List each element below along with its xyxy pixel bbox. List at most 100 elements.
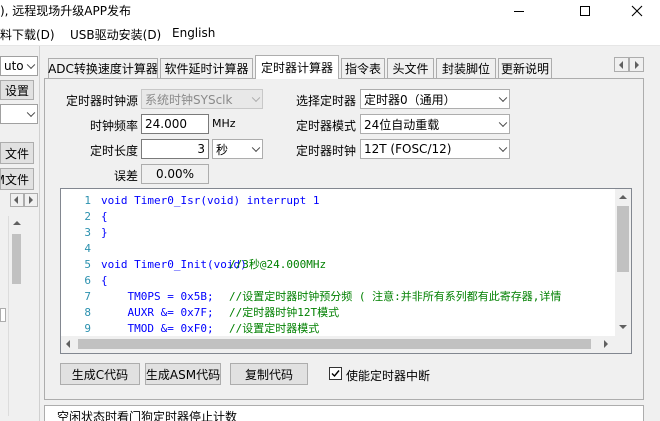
tab-header-file-label: 头文件 <box>392 62 429 76</box>
open-m-file-button[interactable]: M文件 <box>0 168 34 190</box>
timer-clock-select[interactable]: 12T (FOSC/12) <box>360 139 510 159</box>
tab-package-pins[interactable]: 封装脚位 <box>436 58 496 78</box>
code-vscroll-thumb[interactable] <box>617 206 629 272</box>
code-comment: //设置定时器时钟预分频 ( 注意:并非所有系列都有此寄存器,详情 <box>229 290 562 303</box>
tab-header-file[interactable]: 头文件 <box>387 58 434 78</box>
checkmark-icon <box>331 370 340 378</box>
tab-software-delay-label: 软件延时计算器 <box>164 62 249 76</box>
generate-c-button[interactable]: 生成C代码 <box>60 363 140 385</box>
tab-instructions-label: 指令表 <box>344 62 381 76</box>
generate-asm-label: 生成ASM代码 <box>145 367 221 382</box>
option-wdt-idle-stop[interactable]: 空闲状态时看门狗定时器停止计数 <box>57 408 237 421</box>
menu-item-english[interactable]: English <box>172 26 215 40</box>
line-number: 6 <box>84 274 91 287</box>
left-scrollbar[interactable] <box>8 216 24 416</box>
code-editor[interactable]: 1 void Timer0_Isr(void) interrupt 1 2{3} 4 5… <box>60 188 632 354</box>
code-line: 3} <box>61 225 617 241</box>
tab-timer-calc[interactable]: 定时器计算器 <box>255 55 339 79</box>
code-line: 6{ <box>61 273 617 289</box>
menu-item-usb-driver[interactable]: USB驱动安装(D) <box>70 26 161 43</box>
settings-button[interactable]: 设置 <box>0 80 34 100</box>
code-line: 4 <box>61 241 617 257</box>
code-comment: //设置定时器模式 <box>229 322 320 335</box>
maximize-icon <box>580 6 590 16</box>
line-number: 2 <box>84 210 91 223</box>
left-combo[interactable]: uto <box>0 56 38 76</box>
enable-interrupt-checkbox[interactable] <box>329 367 342 380</box>
tab-changelog-label: 更新说明 <box>500 62 549 76</box>
code-hscroll-thumb[interactable] <box>78 339 591 349</box>
clock-freq-label: 时钟频率 <box>89 119 138 133</box>
clock-source-select[interactable]: 系统时钟SYSclk <box>141 89 263 109</box>
copy-code-button[interactable]: 复制代码 <box>230 363 308 385</box>
timer-mode-value: 24位自动重载 <box>364 117 440 132</box>
minimize-button[interactable] <box>496 0 542 22</box>
close-button[interactable] <box>614 0 660 22</box>
tab-instructions[interactable]: 指令表 <box>341 58 385 78</box>
line-number: 1 <box>84 194 91 207</box>
clock-freq-input[interactable]: 24.000 <box>141 114 209 134</box>
code-text: AUXR &= 0x7F; <box>101 306 214 319</box>
open-file-button[interactable]: 文件 <box>0 142 34 164</box>
chevron-down-icon <box>251 93 261 103</box>
scroll-down-icon <box>619 325 627 329</box>
tab-changelog[interactable]: 更新说明 <box>498 58 552 78</box>
line-number: 8 <box>84 306 91 319</box>
open-m-file-label: M文件 <box>1 172 29 187</box>
options-list[interactable]: 空闲状态时看门狗定时器停止计数 <box>44 405 644 421</box>
left-combo-value: uto <box>4 59 24 73</box>
code-line: 5 void Timer0_Init(void)//3秒@24.000MHz <box>61 257 617 273</box>
timer-length-input[interactable]: 3 <box>141 139 209 159</box>
arrow-right-icon <box>635 61 639 69</box>
clock-freq-unit: MHz <box>212 117 236 130</box>
maximize-button[interactable] <box>562 0 608 22</box>
timer-select-value: 定时器0（通用） <box>364 92 456 107</box>
code-line: 1 void Timer0_Isr(void) interrupt 1 <box>61 193 617 209</box>
menu-item-download[interactable]: 料下载(D) <box>0 26 55 43</box>
timer-mode-select[interactable]: 24位自动重载 <box>360 114 510 134</box>
timer-select-label: 选择定时器 <box>295 94 356 108</box>
clock-freq-value: 24.000 <box>145 117 187 131</box>
left-scroll-left-button[interactable] <box>10 193 24 207</box>
code-line: 2{ <box>61 209 617 225</box>
tab-adc[interactable]: ADC转换速度计算器 <box>48 58 158 78</box>
close-icon <box>631 5 643 17</box>
error-value-box: 0.00% <box>141 164 209 184</box>
timer-mode-label: 定时器模式 <box>295 119 356 133</box>
tab-timer-calc-label: 定时器计算器 <box>260 61 333 75</box>
left-scroll-right-button[interactable] <box>24 193 38 207</box>
code-line: 7 TM0PS = 0x5B; //设置定时器时钟预分频 ( 注意:并非所有系列都… <box>61 289 617 305</box>
enable-interrupt-label: 使能定时器中断 <box>346 369 431 383</box>
scroll-left-icon <box>66 340 70 348</box>
arrow-left-icon <box>14 196 18 204</box>
timer-select[interactable]: 定时器0（通用） <box>360 89 510 109</box>
code-text: TMOD &= 0xF0; <box>101 322 214 335</box>
code-comment: //3秒@24.000MHz <box>229 258 327 271</box>
timer-length-unit-select[interactable]: 秒 <box>212 139 263 159</box>
error-label: 误差 <box>113 169 138 183</box>
tab-scroll-right-button[interactable] <box>629 57 644 72</box>
title-bar: ), 远程现场升级APP发布 <box>0 0 660 22</box>
chevron-down-icon <box>498 143 508 153</box>
tab-software-delay[interactable]: 软件延时计算器 <box>160 58 253 78</box>
timer-clock-label: 定时器时钟 <box>295 144 356 158</box>
window-title: ), 远程现场升级APP发布 <box>0 4 131 18</box>
left-combo-2[interactable] <box>0 104 38 124</box>
scroll-right-icon <box>604 340 608 348</box>
clock-source-value: 系统时钟SYSclk <box>145 92 233 107</box>
tab-package-pins-label: 封装脚位 <box>441 62 490 76</box>
generate-asm-button[interactable]: 生成ASM代码 <box>145 363 221 385</box>
left-field[interactable] <box>0 308 6 322</box>
left-scrollbar-thumb[interactable] <box>12 234 21 284</box>
code-vertical-scrollbar[interactable] <box>615 189 631 337</box>
left-panel: uto 设置 文件 M文件 <box>0 46 40 421</box>
arrow-left-icon <box>619 61 623 69</box>
scroll-up-icon <box>13 221 21 225</box>
tab-scroll-left-button[interactable] <box>614 57 629 72</box>
code-text: void Timer0_Isr(void) interrupt 1 <box>101 194 320 207</box>
chevron-down-icon <box>26 108 36 118</box>
copy-code-label: 复制代码 <box>244 367 293 382</box>
code-text: void Timer0_Init(void) <box>101 258 247 271</box>
code-horizontal-scrollbar[interactable] <box>61 336 617 353</box>
error-value: 0.00% <box>155 167 195 181</box>
